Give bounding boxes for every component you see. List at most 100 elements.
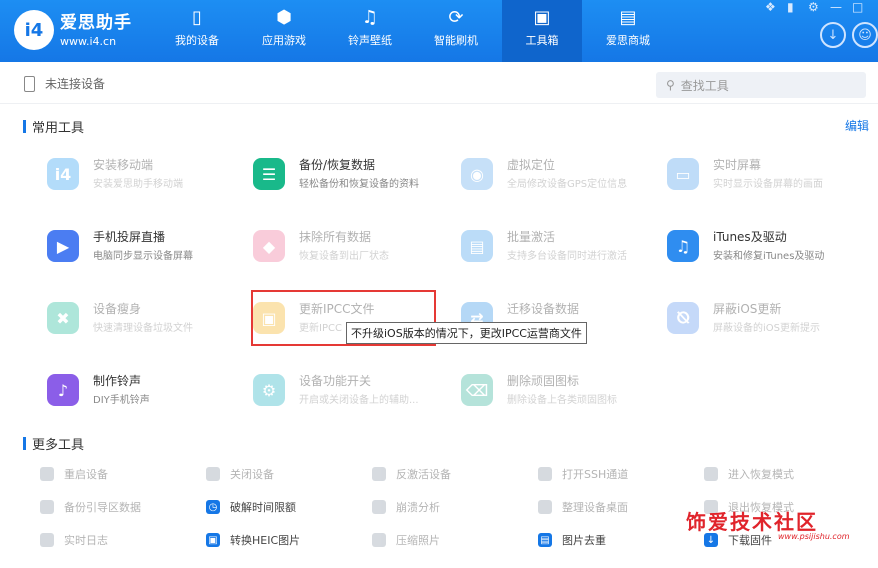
download-icon[interactable]: ↓ (820, 22, 846, 48)
tool-item[interactable]: i4 安装移动端 安装爱思助手移动端 (47, 152, 247, 198)
layers-icon: ☰ (253, 158, 285, 190)
tool-item[interactable]: ◆ 抹除所有数据 恢复设备到出厂状态 (253, 224, 453, 270)
more-tool-item[interactable]: 整理设备桌面 (538, 496, 688, 518)
more-tool-label: 备份引导区数据 (64, 501, 141, 514)
tool-item[interactable]: ◉ 虚拟定位 全局修改设备GPS定位信息 (461, 152, 661, 198)
more-tool-label: 打开SSH通道 (562, 468, 629, 481)
more-tool-item[interactable]: 反激活设备 (372, 463, 522, 485)
nav-store[interactable]: ▤ 爱思商城 (588, 0, 668, 62)
tool-item[interactable]: ♪ 制作铃声 DIY手机铃声 (47, 368, 247, 414)
tool-desc: 全局修改设备GPS定位信息 (507, 179, 628, 190)
tool-desc: 安装爱思助手移动端 (93, 179, 183, 190)
app-name: 爱思助手 (60, 13, 132, 33)
more-tool-item[interactable]: 打开SSH通道 (538, 463, 688, 485)
settings-icon[interactable]: ⚙ (808, 0, 819, 14)
user-icon[interactable]: ☺ (852, 22, 878, 48)
more-tool-item[interactable]: 压缩照片 (372, 529, 522, 551)
tool-item[interactable]: ♫ iTunes及驱动安装和修复iTunes及驱动 (667, 224, 867, 270)
compress-icon (372, 533, 386, 547)
tool-title: 迁移设备数据 (507, 302, 580, 316)
tool-desc: 开启或关闭设备上的辅助... (299, 395, 419, 406)
search-placeholder: 查找工具 (680, 78, 729, 93)
more-tool-item[interactable]: 实时日志 (40, 529, 190, 551)
brand: 爱思助手 www.i4.cn (60, 8, 132, 48)
tool-desc: 恢复设备到出厂状态 (299, 251, 389, 262)
crash-icon (372, 500, 386, 514)
flash-icon: ⟳ (448, 6, 464, 28)
tool-title: 屏蔽iOS更新 (713, 302, 782, 316)
more-tool-label: 压缩照片 (396, 534, 440, 547)
more-tool-item[interactable]: 关闭设备 (206, 463, 356, 485)
recovery-icon (704, 467, 718, 481)
tool-desc: 屏蔽设备的iOS更新提示 (713, 323, 820, 334)
nav-label: 我的设备 (175, 34, 219, 47)
search-icon: ⚲ (666, 78, 675, 92)
download-icon: ↓ (704, 533, 718, 547)
nav-label: 铃声壁纸 (348, 34, 392, 47)
dedupe-icon: ▤ (538, 533, 552, 547)
tool-item[interactable]: ▭ 实时屏幕 实时显示设备屏幕的画面 (667, 152, 867, 198)
eraser-icon: ◆ (253, 230, 285, 262)
minimize-icon[interactable]: — (830, 0, 842, 14)
nav-apps-games[interactable]: ⬢ 应用游戏 (244, 0, 324, 62)
nav-label: 工具箱 (525, 34, 559, 47)
nav-my-device[interactable]: ▯ 我的设备 (157, 0, 237, 62)
more-tool-item[interactable]: ▣ 转换HEIC图片 (206, 529, 356, 551)
tool-title: iTunes及驱动 (713, 230, 787, 244)
more-tool-item[interactable]: 重启设备 (40, 463, 190, 485)
more-tool-item[interactable]: 备份引导区数据 (40, 496, 190, 518)
tool-desc: 快速清理设备垃圾文件 (93, 323, 193, 334)
search-input[interactable]: ⚲ 查找工具 (656, 72, 866, 98)
log-icon (40, 533, 54, 547)
device-icon[interactable]: ▮ (787, 0, 794, 14)
section-accent (23, 437, 26, 450)
ringtone-icon: ♪ (47, 374, 79, 406)
section-title: 更多工具 (32, 438, 85, 453)
top-bar: i4 爱思助手 www.i4.cn ▯ 我的设备 ⬢ 应用游戏 ♫ 铃声壁纸 ⟳… (0, 0, 878, 62)
block-icon: ⦰ (667, 302, 699, 334)
power-icon (206, 467, 220, 481)
screen-icon: ▭ (667, 158, 699, 190)
batch-icon: ▤ (461, 230, 493, 262)
edit-link[interactable]: 编辑 (845, 117, 869, 134)
phone-icon: ▯ (192, 6, 202, 28)
more-tool-label: 实时日志 (64, 534, 108, 547)
toolbox-icon: ▣ (533, 6, 551, 28)
nav-ringtones[interactable]: ♫ 铃声壁纸 (330, 0, 410, 62)
watermark-text: 饰爱技术社区 (686, 510, 818, 534)
itunes-icon: ♫ (667, 230, 699, 262)
restart-icon (40, 467, 54, 481)
more-tool-label: 重启设备 (64, 468, 108, 481)
more-tool-item[interactable]: 进入恢复模式 (704, 463, 854, 485)
more-tool-item[interactable]: ▤ 图片去重 (538, 529, 688, 551)
more-tool-item[interactable]: 崩溃分析 (372, 496, 522, 518)
tool-item[interactable]: ▤ 批量激活支持多台设备同时进行激活 (461, 224, 661, 270)
i4-logo-icon[interactable]: i4 (14, 10, 54, 50)
nav-label: 智能刷机 (434, 34, 478, 47)
tool-item[interactable]: ☰ 备份/恢复数据 轻松备份和恢复设备的资料 (253, 152, 453, 198)
nav-toolbox[interactable]: ▣ 工具箱 (502, 0, 582, 62)
section-title: 常用工具 (32, 121, 85, 136)
more-tool-label: 崩溃分析 (396, 501, 440, 514)
nav-flash[interactable]: ⟳ 智能刷机 (416, 0, 496, 62)
tool-item[interactable]: ⌫ 删除顽固图标 删除设备上各类顽固图标 (461, 368, 661, 414)
watermark-url: www.psijishu.com (778, 532, 850, 541)
tooltip: 不升级iOS版本的情况下，更改IPCC运营商文件 (346, 322, 587, 344)
divider (0, 103, 878, 104)
maximize-icon[interactable]: □ (852, 0, 863, 14)
bag-icon: ▤ (619, 6, 637, 28)
tool-title: 批量激活 (507, 230, 556, 244)
tool-item[interactable]: ▶ 手机投屏直播 电脑同步显示设备屏幕 (47, 224, 247, 270)
skin-icon[interactable]: ❖ (765, 0, 776, 14)
tool-title: 备份/恢复数据 (299, 158, 376, 172)
more-tool-label: 关闭设备 (230, 468, 274, 481)
tool-desc: 支持多台设备同时进行激活 (507, 251, 627, 262)
tool-item[interactable]: ✖ 设备瘦身 快速清理设备垃圾文件 (47, 296, 247, 342)
tool-title: 设备功能开关 (299, 374, 372, 388)
tool-desc: 安装和修复iTunes及驱动 (713, 251, 825, 262)
more-tool-item[interactable]: ◷ 破解时间限额 (206, 496, 356, 518)
tool-item[interactable]: ⦰ 屏蔽iOS更新屏蔽设备的iOS更新提示 (667, 296, 867, 342)
tool-item[interactable]: ⚙ 设备功能开关 开启或关闭设备上的辅助... (253, 368, 453, 414)
tool-desc: 电脑同步显示设备屏幕 (93, 251, 193, 262)
desktop-icon (538, 500, 552, 514)
